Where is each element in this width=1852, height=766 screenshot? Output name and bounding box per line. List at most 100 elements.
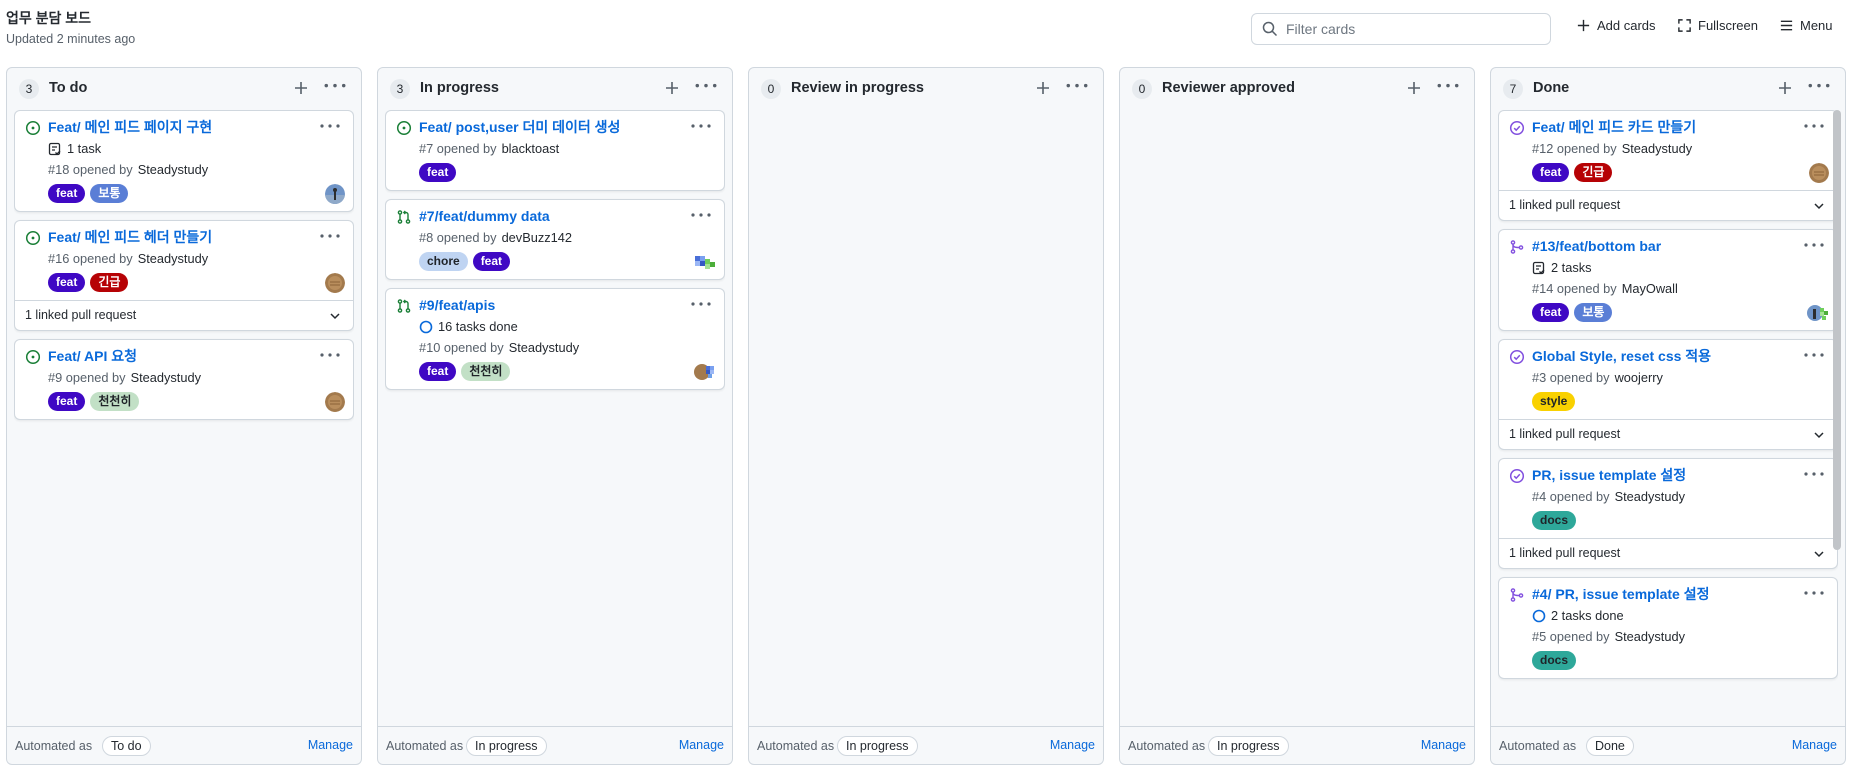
card-title-link[interactable]: Feat/ API 요청 — [48, 347, 137, 365]
label-badge[interactable]: 긴급 — [1574, 163, 1613, 182]
linked-pull-request-toggle[interactable]: 1 linked pull request — [1499, 419, 1837, 449]
card-menu-button[interactable] — [1803, 119, 1825, 133]
add-card-button[interactable] — [1775, 78, 1795, 98]
avatar[interactable] — [325, 273, 345, 293]
avatar[interactable] — [694, 252, 716, 272]
card[interactable]: Feat/ post,user 더미 데이터 생성 #7 opened by bla… — [385, 110, 725, 191]
card[interactable]: Feat/ 메인 피드 페이지 구현 1 task #18 opened by Ste… — [14, 110, 354, 212]
label-badge[interactable]: feat — [48, 392, 86, 411]
fullscreen-button[interactable]: Fullscreen — [1677, 18, 1758, 33]
column-menu-button[interactable] — [694, 78, 718, 98]
filter-cards-input[interactable] — [1286, 21, 1536, 37]
card-menu-button[interactable] — [690, 208, 712, 222]
column-menu-button[interactable] — [1436, 78, 1460, 98]
card-author[interactable]: Steadystudy — [131, 370, 201, 386]
card[interactable]: PR, issue template 설정 #4 opened by Steadys… — [1498, 458, 1838, 569]
label-badge[interactable]: 보통 — [90, 184, 129, 203]
card[interactable]: #7/feat/dummy data #8 opened by devBuzz142… — [385, 199, 725, 280]
linked-pull-request-toggle[interactable]: 1 linked pull request — [1499, 538, 1837, 568]
label-badge[interactable]: chore — [419, 252, 468, 271]
card-title-link[interactable]: PR, issue template 설정 — [1532, 466, 1686, 484]
card-menu-button[interactable] — [1803, 586, 1825, 600]
avatar[interactable] — [1809, 163, 1829, 183]
avatar[interactable] — [1807, 303, 1829, 323]
card-author[interactable]: woojerry — [1615, 370, 1663, 386]
card-title-link[interactable]: Feat/ post,user 더미 데이터 생성 — [419, 118, 620, 136]
scrollbar[interactable] — [1833, 110, 1841, 550]
label-badge[interactable]: feat — [48, 184, 86, 203]
label-badge[interactable]: feat — [472, 252, 511, 271]
avatar[interactable] — [325, 184, 345, 204]
menu-button[interactable]: Menu — [1779, 18, 1833, 33]
card-menu-button[interactable] — [319, 229, 341, 243]
card-menu-button[interactable] — [1803, 238, 1825, 252]
column-menu-button[interactable] — [1807, 78, 1831, 98]
label-badge[interactable]: 천천히 — [90, 392, 140, 411]
card-menu-button[interactable] — [1803, 467, 1825, 481]
card[interactable]: Feat/ API 요청 #9 opened by Steadystudy feat 천… — [14, 339, 354, 420]
label-badge[interactable]: feat — [48, 273, 86, 292]
card[interactable]: #13/feat/bottom bar 2 tasks #14 opened by M… — [1498, 229, 1838, 331]
add-cards-button[interactable]: Add cards — [1576, 18, 1656, 33]
add-card-button[interactable] — [1404, 78, 1424, 98]
card-title-link[interactable]: Feat/ 메인 피드 헤더 만들기 — [48, 228, 212, 246]
label-badge[interactable]: 보통 — [1574, 303, 1613, 322]
manage-automation-link[interactable]: Manage — [1421, 738, 1466, 752]
label-badge[interactable]: docs — [1532, 651, 1577, 670]
manage-automation-link[interactable]: Manage — [1050, 738, 1095, 752]
card[interactable]: Global Style, reset css 적용 #3 opened by wo… — [1498, 339, 1838, 450]
manage-automation-link[interactable]: Manage — [308, 738, 353, 752]
label-badge[interactable]: feat — [1532, 163, 1570, 182]
avatar[interactable] — [325, 392, 345, 412]
automated-as-label: Automated as — [386, 739, 464, 753]
column-menu-button[interactable] — [323, 78, 347, 98]
card[interactable]: Feat/ 메인 피드 카드 만들기 #12 opened by Steadystu… — [1498, 110, 1838, 221]
card-menu-button[interactable] — [1803, 348, 1825, 362]
label-badge[interactable]: feat — [419, 362, 457, 381]
card[interactable]: #9/feat/apis 16 tasks done #10 opened by St… — [385, 288, 725, 390]
label-badge[interactable]: feat — [1532, 303, 1570, 322]
card[interactable]: #4/ PR, issue template 설정 2 tasks done #5 … — [1498, 577, 1838, 679]
manage-automation-link[interactable]: Manage — [679, 738, 724, 752]
card-menu-button[interactable] — [690, 119, 712, 133]
card-menu-button[interactable] — [319, 119, 341, 133]
card-title-link[interactable]: #4/ PR, issue template 설정 — [1532, 585, 1710, 603]
linked-pull-request-toggle[interactable]: 1 linked pull request — [1499, 190, 1837, 220]
card-author[interactable]: Steadystudy — [1622, 141, 1692, 157]
card-author[interactable]: Steadystudy — [1615, 489, 1685, 505]
avatar[interactable] — [694, 362, 716, 382]
card-menu-button[interactable] — [690, 297, 712, 311]
user-avatar-image — [325, 273, 345, 293]
card-menu-button[interactable] — [319, 348, 341, 362]
column-menu-button[interactable] — [1065, 78, 1089, 98]
label-badge[interactable]: 긴급 — [90, 273, 129, 292]
kebab-menu-icon — [1804, 472, 1824, 476]
card-author[interactable]: Steadystudy — [509, 340, 579, 356]
card-title-link[interactable]: #7/feat/dummy data — [419, 207, 550, 225]
card-title-link[interactable]: Global Style, reset css 적용 — [1532, 347, 1711, 365]
label-badge[interactable]: feat — [419, 163, 457, 182]
linked-pull-request-toggle[interactable]: 1 linked pull request — [15, 300, 353, 330]
column-cards: Feat/ 메인 피드 페이지 구현 1 task #18 opened by Ste… — [14, 110, 354, 726]
add-card-button[interactable] — [291, 78, 311, 98]
label-badge[interactable]: docs — [1532, 511, 1577, 530]
card[interactable]: Feat/ 메인 피드 헤더 만들기 #16 opened by Steadystu… — [14, 220, 354, 331]
card-meta: #18 opened by Steadystudy — [48, 162, 323, 178]
label-badge[interactable]: 천천히 — [461, 362, 511, 381]
manage-automation-link[interactable]: Manage — [1792, 738, 1837, 752]
card-title-link[interactable]: Feat/ 메인 피드 페이지 구현 — [48, 118, 212, 136]
card-author[interactable]: blacktoast — [502, 141, 560, 157]
add-card-button[interactable] — [662, 78, 682, 98]
card-author[interactable]: devBuzz142 — [502, 230, 572, 246]
card-title-link[interactable]: #13/feat/bottom bar — [1532, 237, 1661, 255]
filter-cards-field[interactable] — [1251, 13, 1551, 45]
card-title-link[interactable]: Feat/ 메인 피드 카드 만들기 — [1532, 118, 1696, 136]
card-author[interactable]: Steadystudy — [1615, 629, 1685, 645]
card-author[interactable]: Steadystudy — [138, 251, 208, 267]
label-badge[interactable]: style — [1532, 392, 1576, 411]
label-list: feat 긴급 — [1532, 163, 1807, 182]
card-author[interactable]: MayOwall — [1622, 281, 1678, 297]
add-card-button[interactable] — [1033, 78, 1053, 98]
card-author[interactable]: Steadystudy — [138, 162, 208, 178]
card-title-link[interactable]: #9/feat/apis — [419, 296, 495, 314]
